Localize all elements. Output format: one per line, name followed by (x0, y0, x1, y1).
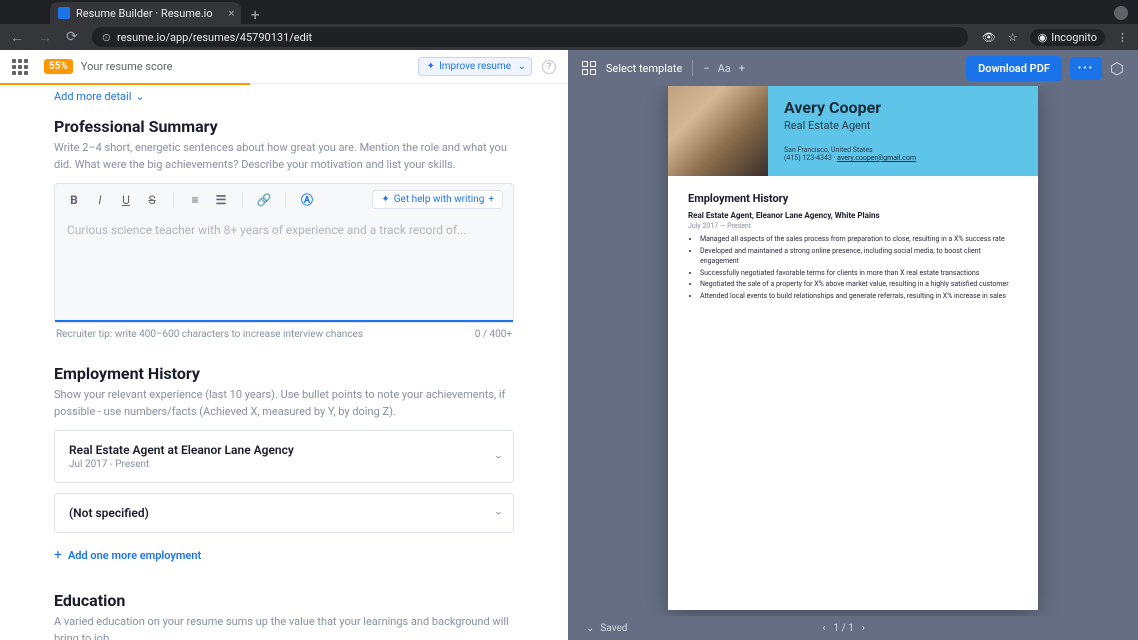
summary-textarea[interactable]: Curious science teacher with 8+ years of… (55, 215, 513, 320)
preview-toolbar: Select template − Aa + Download PDF ••• … (568, 50, 1138, 86)
summary-desc: Write 2–4 short, energetic sentences abo… (54, 140, 514, 173)
resume-job-title: Real Estate Agent, Eleanor Lane Agency, … (688, 211, 1018, 220)
bold-button[interactable]: B (65, 193, 83, 207)
font-icon: Aa (718, 62, 731, 75)
font-increase-button[interactable]: + (739, 62, 745, 75)
saved-status: Saved (600, 623, 627, 634)
education-heading: Education (54, 591, 514, 610)
plus-icon: + (488, 194, 494, 205)
url-bar[interactable]: ⊙ resume.io/app/resumes/45790131/edit (92, 27, 968, 47)
ordered-list-button[interactable]: ≡ (186, 193, 204, 207)
apps-icon[interactable] (12, 59, 28, 75)
resume-bullets: Managed all aspects of the sales process… (688, 234, 1018, 301)
bookmark-icon[interactable]: ☆ (1008, 31, 1018, 44)
incognito-badge: ◉ Incognito (1030, 29, 1105, 46)
chevron-down-icon: ⌄ (518, 61, 526, 72)
eye-off-icon[interactable]: 👁 (982, 31, 996, 44)
summary-heading: Professional Summary (54, 117, 514, 136)
ai-icon[interactable]: Ⓐ (298, 191, 316, 208)
score-label: Your resume score (81, 60, 173, 73)
chevron-down-icon: › (492, 511, 506, 515)
resume-section-heading: Employment History (688, 192, 1018, 205)
resume-preview: Avery Cooper Real Estate Agent San Franc… (668, 86, 1038, 610)
resume-name: Avery Cooper (784, 98, 1022, 117)
italic-button[interactable]: I (91, 193, 109, 207)
summary-editor: B I U S ≡ ☰ 🔗 Ⓐ ✦ Get help with writing (54, 183, 514, 323)
incognito-icon: ◉ (1038, 31, 1048, 44)
url-text: resume.io/app/resumes/45790131/edit (117, 31, 312, 44)
preview-pager: ⌄ Saved ‹ 1 / 1 › (568, 616, 1138, 640)
employment-card-dates: Jul 2017 - Present (69, 459, 499, 470)
plus-icon: + (54, 547, 62, 563)
template-grid-icon[interactable] (582, 61, 596, 75)
chevron-down-icon: ⌄ (135, 90, 144, 103)
font-decrease-button[interactable]: − (703, 62, 709, 75)
recruiter-tip: Recruiter tip: write 400–600 characters … (56, 329, 363, 340)
new-tab-button[interactable]: + (241, 5, 270, 24)
link-button[interactable]: 🔗 (255, 193, 273, 207)
employment-card-title: Real Estate Agent at Eleanor Lane Agency (69, 443, 499, 457)
browser-tab[interactable]: Resume Builder · Resume.io × (50, 2, 241, 24)
unordered-list-button[interactable]: ☰ (212, 193, 230, 207)
prev-page-button[interactable]: ‹ (823, 623, 826, 634)
reload-button[interactable]: ⟳ (66, 29, 78, 45)
browser-chrome: Resume Builder · Resume.io × + ← → ⟳ ⊙ r… (0, 0, 1138, 50)
resume-role: Real Estate Agent (784, 119, 1022, 132)
page-counter: 1 / 1 (834, 623, 854, 634)
tab-title: Resume Builder · Resume.io (76, 7, 213, 20)
window-min-icon[interactable] (1114, 6, 1128, 20)
improve-resume-button[interactable]: ✦ Improve resume ⌄ (418, 57, 532, 76)
help-icon[interactable]: ? (542, 60, 556, 74)
underline-button[interactable]: U (117, 193, 135, 207)
ai-help-button[interactable]: ✦ Get help with writing + (372, 190, 503, 209)
download-pdf-button[interactable]: Download PDF (966, 56, 1062, 81)
employment-desc: Show your relevant experience (last 10 y… (54, 387, 514, 420)
employment-heading: Employment History (54, 364, 514, 383)
employment-card[interactable]: (Not specified) › (54, 493, 514, 533)
add-employment-button[interactable]: + Add one more employment (54, 543, 514, 567)
score-progress (0, 83, 250, 85)
resume-job-dates: July 2017 — Present (688, 222, 1018, 230)
more-options-button[interactable]: ••• (1070, 57, 1102, 80)
strike-button[interactable]: S (143, 193, 161, 207)
employment-card[interactable]: Real Estate Agent at Eleanor Lane Agency… (54, 430, 514, 483)
employment-card-title: (Not specified) (69, 506, 499, 520)
select-template-button[interactable]: Select template (606, 62, 682, 75)
add-more-detail-link[interactable]: Add more detail ⌄ (54, 90, 514, 103)
browser-menu-icon[interactable]: ⋮ (1117, 31, 1128, 44)
resume-email: avery.cooper@gmail.com (837, 154, 916, 162)
forward-button[interactable]: → (38, 29, 52, 46)
next-page-button[interactable]: › (862, 623, 865, 634)
editor-header: 55% Your resume score ✦ Improve resume ⌄… (0, 50, 568, 84)
chevron-down-icon[interactable]: ⌄ (586, 623, 594, 634)
score-badge: 55% (44, 59, 73, 74)
education-desc: A varied education on your resume sums u… (54, 614, 514, 640)
resume-photo (668, 86, 768, 176)
settings-icon[interactable]: ⬡ (1110, 59, 1124, 78)
favicon-icon (58, 7, 70, 19)
char-counter: 0 / 400+ (475, 329, 512, 340)
site-info-icon[interactable]: ⊙ (102, 31, 111, 44)
back-button[interactable]: ← (10, 29, 24, 46)
chevron-down-icon: › (492, 455, 506, 459)
sparkle-icon: ✦ (427, 61, 435, 72)
resume-contacts: San Francisco, United States (415) 123-4… (784, 146, 1022, 162)
tab-close-icon[interactable]: × (228, 6, 234, 20)
sparkle-icon: ✦ (381, 194, 389, 205)
